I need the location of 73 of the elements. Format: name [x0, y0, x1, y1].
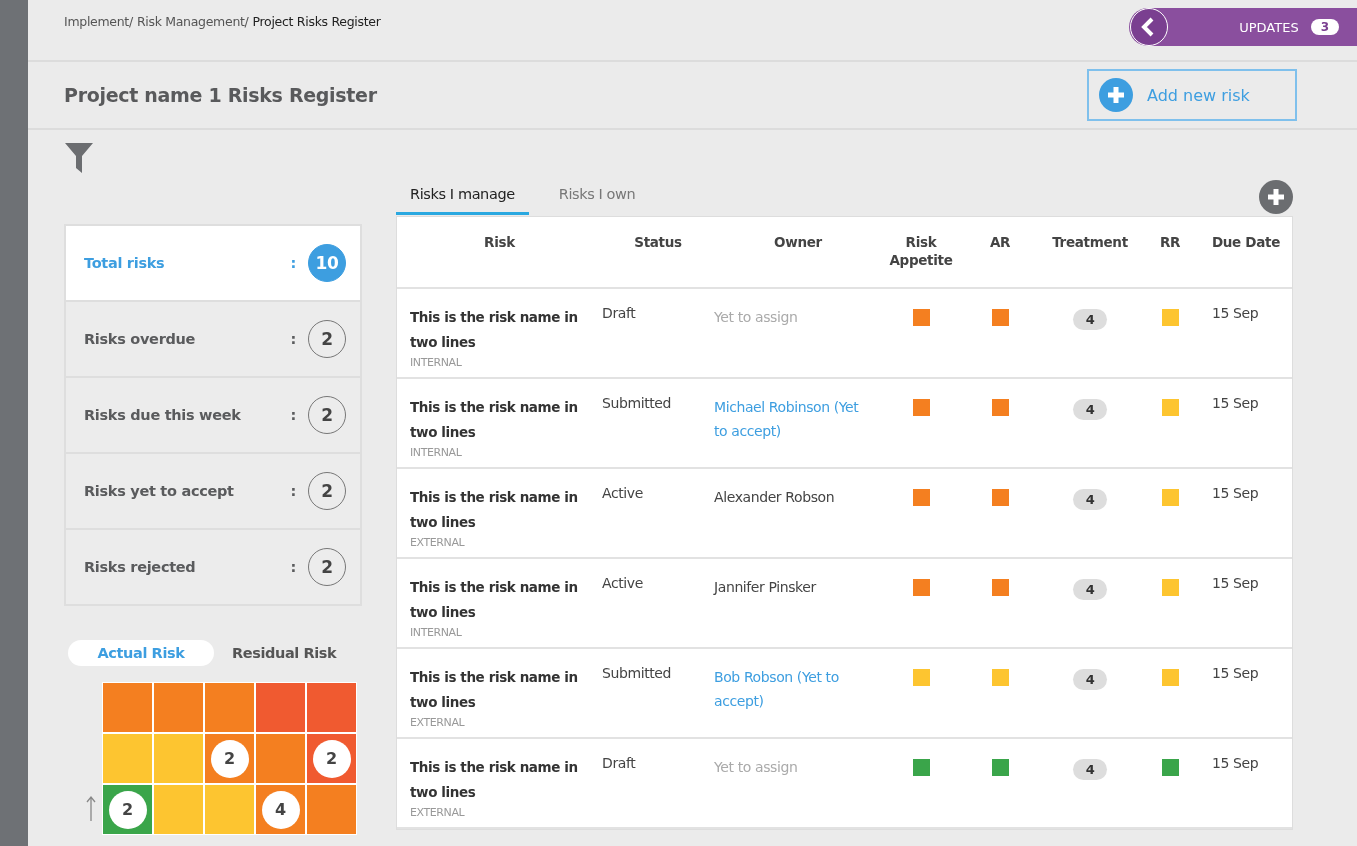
summary-label: Risks yet to accept — [84, 483, 235, 499]
summary-label: Risks rejected — [84, 559, 197, 575]
risk-type: EXTERNAL — [410, 716, 466, 729]
column-header: Risk Appetite — [888, 233, 954, 270]
owner-cell-text: Yet to assign — [714, 758, 799, 777]
summary-item[interactable]: Risks due this week : 2 — [66, 378, 360, 452]
separator: : — [290, 559, 296, 575]
count-bubble: 2 — [312, 739, 351, 778]
breadcrumb-link[interactable]: Implement/ — [64, 14, 133, 29]
risk-type: INTERNAL — [410, 446, 463, 459]
separator: : — [290, 331, 296, 347]
due-date: 15 Sep — [1211, 394, 1260, 413]
treatment-count: 4 — [1073, 399, 1107, 420]
column-header: Due Date — [1210, 233, 1282, 252]
due-date: 15 Sep — [1211, 484, 1260, 503]
summary-item[interactable]: Risks overdue : 2 — [66, 302, 360, 376]
risk-type: INTERNAL — [410, 626, 463, 639]
column-header: Owner — [773, 233, 823, 252]
risk-name[interactable]: This is the risk name in two lines — [410, 755, 588, 805]
status-cell-text: Submitted — [602, 664, 673, 683]
updates-button[interactable]: UPDATES 3 — [1129, 8, 1357, 46]
treatment-count: 4 — [1073, 669, 1107, 690]
column-header: AR — [988, 233, 1012, 252]
risk-name[interactable]: This is the risk name in two lines — [410, 485, 588, 535]
due-date: 15 Sep — [1211, 664, 1260, 683]
summary-label: Risks due this week — [84, 407, 242, 423]
status-cell-text: Draft — [602, 754, 637, 773]
owner-cell-text: Alexander Robson — [714, 488, 836, 507]
column-header: Status — [633, 233, 683, 252]
page-title: Project name 1 Risks Register — [64, 84, 377, 106]
count-bubble: 4 — [261, 790, 300, 829]
column-header: Treatment — [1051, 233, 1129, 252]
add-icon[interactable] — [1259, 179, 1293, 214]
column-header: Risk — [483, 233, 516, 252]
risk-name[interactable]: This is the risk name in two lines — [410, 665, 588, 715]
risk-name[interactable]: This is the risk name in two lines — [410, 305, 588, 355]
treatment-count: 4 — [1073, 489, 1107, 510]
summary-item[interactable]: Risks rejected : 2 — [66, 530, 360, 604]
risk-name[interactable]: This is the risk name in two lines — [410, 395, 588, 445]
treatment-count: 4 — [1073, 579, 1107, 600]
count-bubble: 2 — [210, 739, 249, 778]
status-cell-text: Draft — [602, 304, 637, 323]
status-cell-text: Active — [602, 484, 644, 503]
breadcrumb-current: Project Risks Register — [252, 14, 381, 29]
updates-count: 3 — [1310, 19, 1339, 35]
summary-item[interactable]: Risks yet to accept : 2 — [66, 454, 360, 528]
tab[interactable]: Risks I own — [544, 178, 650, 215]
separator: : — [290, 483, 296, 499]
status-cell-text: Submitted — [602, 394, 673, 413]
summary-label: Total risks — [84, 255, 166, 271]
status-cell-text: Active — [602, 574, 644, 593]
treatment-count: 4 — [1073, 759, 1107, 780]
filter-icon[interactable] — [64, 142, 94, 174]
plus-icon — [1099, 78, 1133, 112]
risk-toggle[interactable]: Residual Risk — [218, 640, 351, 666]
column-header: RR — [1158, 233, 1182, 252]
count-badge: 10 — [308, 244, 346, 282]
risk-type: EXTERNAL — [410, 806, 466, 819]
breadcrumb-link[interactable]: Risk Management/ — [136, 14, 249, 29]
risk-name[interactable]: This is the risk name in two lines — [410, 575, 588, 625]
due-date: 15 Sep — [1211, 754, 1260, 773]
risk-type: EXTERNAL — [410, 536, 466, 549]
risk-type: INTERNAL — [410, 356, 463, 369]
due-date: 15 Sep — [1211, 574, 1260, 593]
separator: : — [290, 407, 296, 423]
treatment-count: 4 — [1073, 309, 1107, 330]
summary-label: Risks overdue — [84, 331, 197, 347]
owner-cell-text: Yet to assign — [714, 308, 799, 327]
back-icon[interactable] — [1130, 8, 1168, 46]
separator: : — [290, 255, 296, 271]
count-bubble: 2 — [108, 790, 147, 829]
due-date: 15 Sep — [1211, 304, 1260, 323]
owner-cell-text: Jannifer Pinsker — [714, 578, 818, 597]
